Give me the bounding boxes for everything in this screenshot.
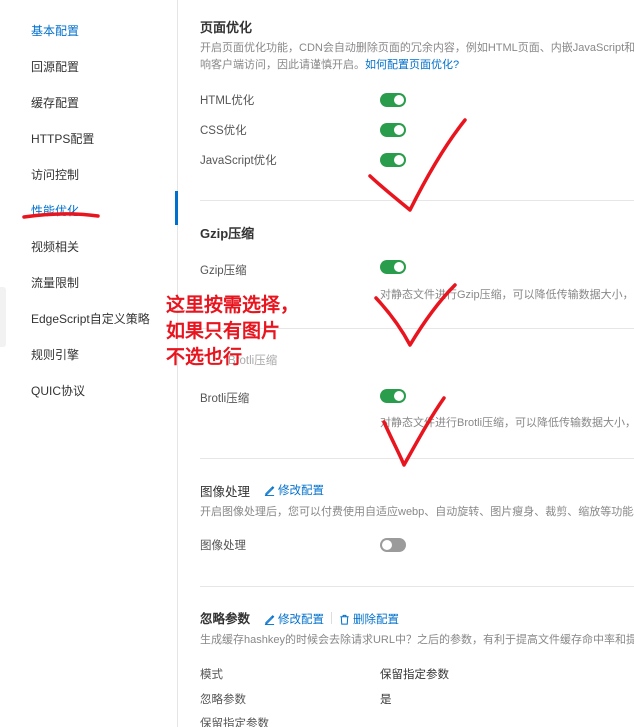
toggle-knob [394,262,404,272]
css-opt-toggle[interactable] [380,123,406,137]
page-optimization-desc-1: 开启页面优化功能，CDN会自动删除页面的冗余内容，例如HTML页面、内嵌Java… [200,42,634,54]
toggle-knob [394,155,404,165]
image-edit-config-button[interactable]: 修改配置 [264,482,324,498]
sidebar-item-origin-config[interactable]: 回源配置 [31,58,79,75]
sidebar-item-access-control[interactable]: 访问控制 [31,166,79,183]
js-opt-label: JavaScript优化 [200,155,277,167]
ignore-params-title: 忽略参数 [200,612,251,626]
sidebar-item-video[interactable]: 视频相关 [31,238,79,255]
gzip-label: Gzip压缩 [200,265,247,277]
sidebar-item-basic-config[interactable]: 基本配置 [31,22,79,39]
page-optimization-desc-text: 响客户端访问，因此请谨慎开启。 [200,59,365,71]
trash-icon [340,614,349,625]
brotli-toggle[interactable] [380,389,406,403]
page-optimization-help-link[interactable]: 如何配置页面优化? [365,59,459,71]
gzip-hint: 对静态文件进行Gzip压缩，可以降低传输数据大小，若 [380,289,634,301]
edit-icon [264,485,275,496]
sidebar-item-edgescript[interactable]: EdgeScript自定义策略 [31,310,150,327]
page-optimization-desc-2: 响客户端访问，因此请谨慎开启。如何配置页面优化? [200,57,459,74]
gzip-toggle[interactable] [380,260,406,274]
collapse-handle[interactable] [0,287,6,347]
image-processing-label: 图像处理 [200,540,246,552]
toggle-knob [394,95,404,105]
sidebar-item-performance[interactable]: 性能优化 [31,202,79,219]
gzip-title: Gzip压缩 [200,226,255,241]
edit-icon [264,614,275,625]
sidebar: 基本配置 回源配置 缓存配置 HTTPS配置 访问控制 性能优化 视频相关 流量… [0,0,178,727]
ignore-params-edit-label: 修改配置 [278,614,324,626]
image-processing-desc: 开启图像处理后，您可以付费使用自适应webp、自动旋转、图片瘦身、裁剪、缩放等功… [200,506,634,518]
action-separator [331,612,332,624]
ignore-params-edit-button[interactable]: 修改配置 [264,611,324,627]
annotation-line-3: 不选也行 [166,346,243,368]
mode-label: 模式 [200,669,223,681]
ignore-params-delete-button[interactable]: 删除配置 [339,611,399,627]
brotli-hint: 对静态文件进行Brotli压缩，可以降低传输数据大小，寻 [380,417,634,429]
ignore-params-label: 忽略参数 [200,694,246,706]
sidebar-item-traffic-limit[interactable]: 流量限制 [31,274,79,291]
html-opt-label: HTML优化 [200,95,255,107]
main-content: 页面优化 开启页面优化功能，CDN会自动删除页面的冗余内容，例如HTML页面、内… [178,0,634,727]
ignore-params-desc: 生成缓存hashkey的时候会去除请求URL中？之后的参数，有利于提高文件缓存命… [200,634,634,646]
image-processing-toggle[interactable] [380,538,406,552]
divider [200,586,634,587]
ignore-params-delete-label: 删除配置 [353,614,399,626]
sidebar-item-rules-engine[interactable]: 规则引擎 [31,346,79,363]
brotli-label: Brotli压缩 [200,393,250,405]
page-optimization-title: 页面优化 [200,20,253,35]
sidebar-item-cache-config[interactable]: 缓存配置 [31,94,79,111]
toggle-knob [394,391,404,401]
mode-value: 保留指定参数 [380,669,449,681]
css-opt-label: CSS优化 [200,125,247,137]
toggle-knob [394,125,404,135]
image-processing-title: 图像处理 [200,485,251,499]
toggle-knob [382,540,392,550]
keep-params-label: 保留指定参数 [200,718,269,727]
html-opt-toggle[interactable] [380,93,406,107]
divider [200,200,634,201]
annotation-line-2: 如果只有图片 [166,320,281,342]
ignore-params-value: 是 [380,694,392,706]
image-edit-config-label: 修改配置 [278,485,324,497]
divider [200,458,634,459]
sidebar-item-quic[interactable]: QUIC协议 [31,382,85,399]
sidebar-item-https-config[interactable]: HTTPS配置 [31,130,94,147]
annotation-line-1: 这里按需选择， [166,294,300,316]
js-opt-toggle[interactable] [380,153,406,167]
